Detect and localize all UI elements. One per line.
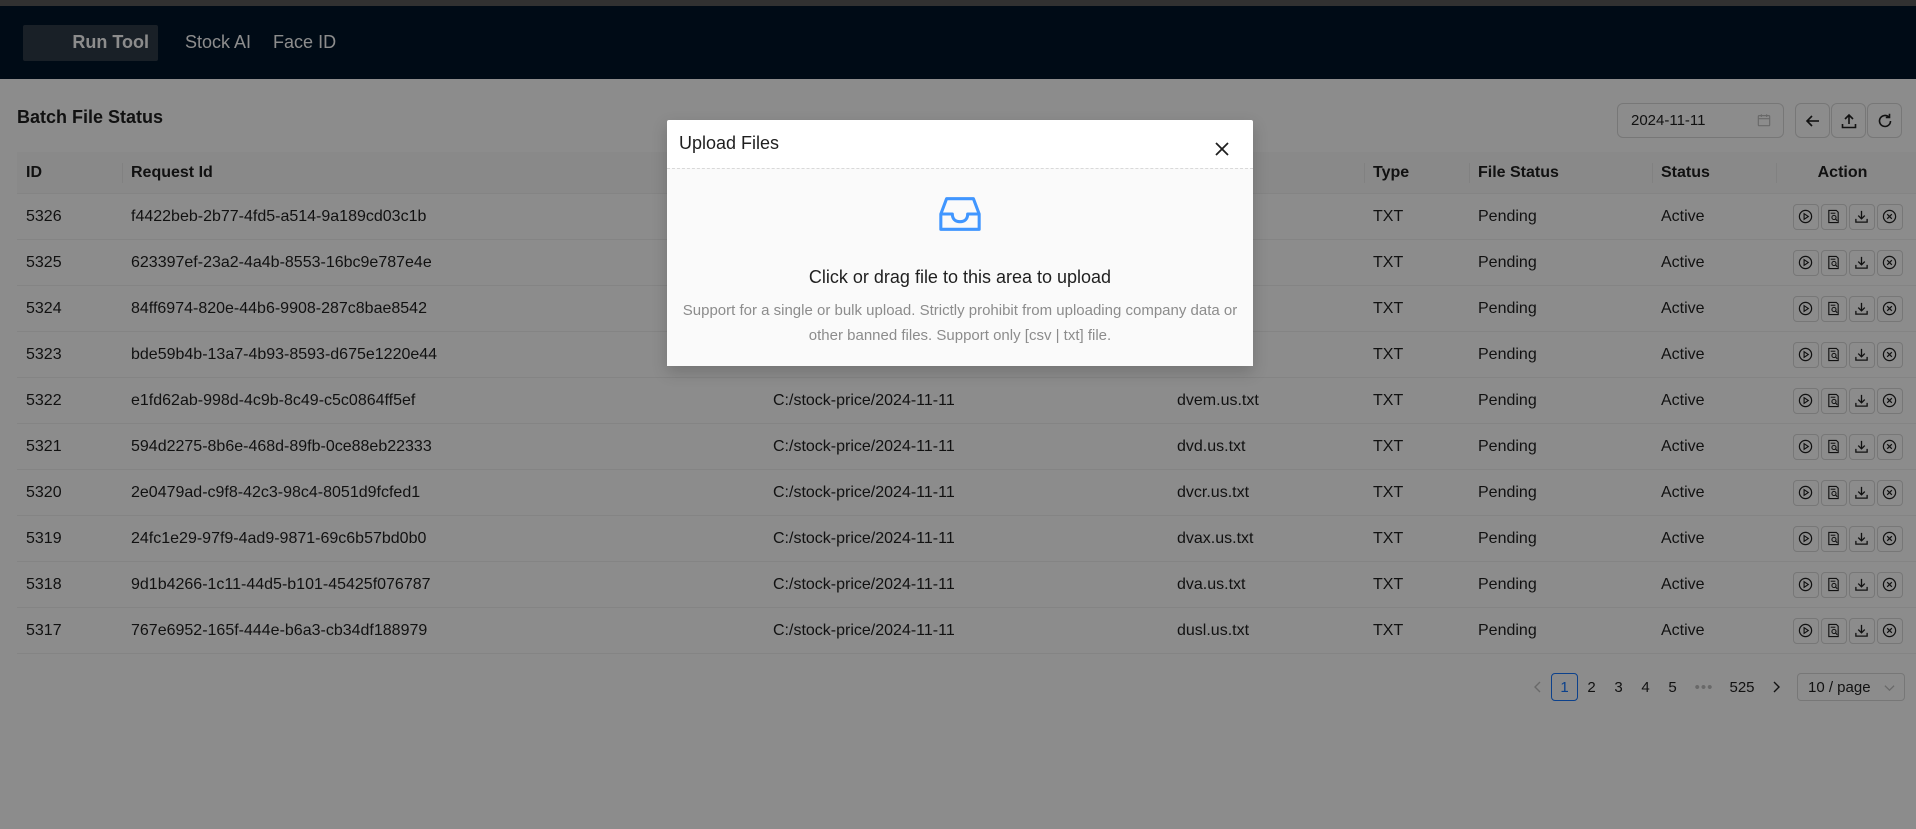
inbox-icon [939, 197, 981, 231]
dropzone-hint: Support for a single or bulk upload. Str… [682, 302, 1238, 344]
modal-title: Upload Files [679, 133, 780, 153]
upload-files-modal: Upload Files Click or drag file to this … [667, 120, 1253, 366]
dropzone-text: Click or drag file to this area to uploa… [808, 267, 1112, 287]
close-icon[interactable] [1213, 140, 1231, 158]
upload-dropzone[interactable]: Click or drag file to this area to uploa… [667, 168, 1253, 366]
